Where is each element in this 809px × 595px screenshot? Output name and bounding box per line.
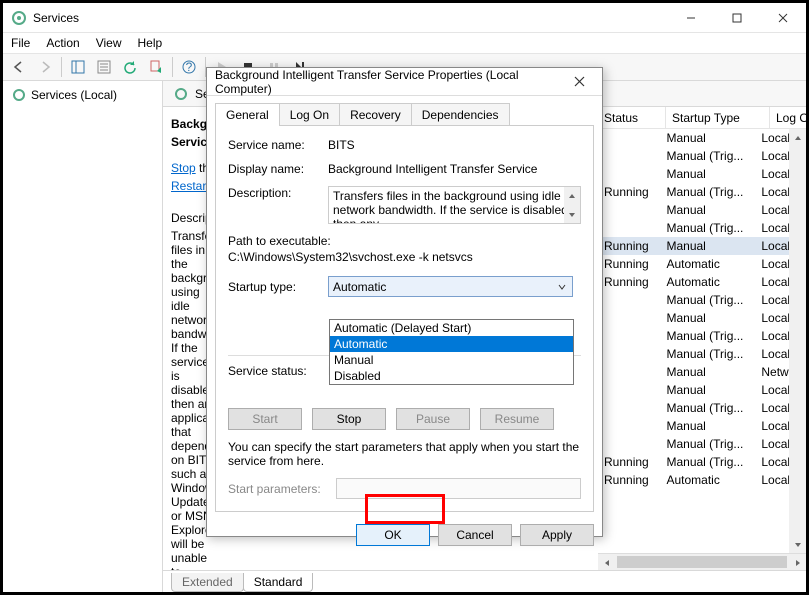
services-icon (11, 10, 27, 26)
show-hide-tree-button[interactable] (66, 55, 90, 79)
forward-button[interactable] (33, 55, 57, 79)
value-service-name: BITS (328, 138, 581, 152)
table-row[interactable]: RunningAutomaticLocal Service (598, 471, 789, 489)
tab-recovery[interactable]: Recovery (339, 103, 412, 126)
label-service-status: Service status: (228, 364, 328, 378)
tab-standard[interactable]: Standard (243, 573, 314, 592)
startup-type-dropdown: Automatic (Delayed Start) Automatic Manu… (329, 319, 574, 385)
chevron-down-icon (554, 279, 570, 295)
col-log[interactable]: Log On As (770, 107, 806, 128)
option-automatic[interactable]: Automatic (330, 336, 573, 352)
tab-logon[interactable]: Log On (279, 103, 340, 126)
desc-scroll-down-icon[interactable] (564, 206, 580, 223)
table-row[interactable]: Manual (Trig...Local System (598, 399, 789, 417)
label-start-params: Start parameters: (228, 482, 328, 496)
table-row[interactable]: Manual (Trig...Local System (598, 219, 789, 237)
table-row[interactable]: ManualLocal System (598, 417, 789, 435)
desc-scroll-up-icon[interactable] (564, 187, 580, 204)
window-title: Services (33, 11, 668, 25)
startup-type-combo[interactable]: Automatic (328, 276, 573, 297)
horizontal-scrollbar[interactable] (598, 553, 806, 570)
table-row[interactable]: RunningManualLocal System (598, 237, 789, 255)
table-row[interactable]: RunningManual (Trig...Local System (598, 453, 789, 471)
table-row[interactable]: ManualLocal System (598, 201, 789, 219)
back-button[interactable] (7, 55, 31, 79)
table-row[interactable]: Manual (Trig...Local Service (598, 435, 789, 453)
ok-button[interactable]: OK (356, 524, 430, 546)
pause-button: Pause (396, 408, 470, 430)
cancel-button[interactable]: Cancel (438, 524, 512, 546)
tree-pane: Services (Local) (3, 81, 163, 592)
start-params-input (336, 478, 581, 499)
table-row[interactable]: ManualNetwork S... (598, 363, 789, 381)
label-path: Path to executable: (228, 234, 581, 248)
tree-item-services-local[interactable]: Services (Local) (7, 85, 158, 105)
table-row[interactable]: ManualLocal System (598, 129, 789, 147)
titlebar: Services (3, 3, 806, 33)
table-row[interactable]: ManualLocal System (598, 309, 789, 327)
close-button[interactable] (760, 3, 806, 32)
menu-action[interactable]: Action (46, 36, 79, 50)
bottom-tabs: Extended Standard (163, 570, 806, 592)
scroll-right-icon[interactable] (789, 554, 806, 571)
table-row[interactable]: ManualLocal System (598, 381, 789, 399)
label-description: Description: (228, 186, 328, 200)
services-list: Status Startup Type Log On As ManualLoca… (598, 107, 806, 570)
value-display-name: Background Intelligent Transfer Service (328, 162, 581, 176)
table-row[interactable]: RunningAutomaticLocal System (598, 255, 789, 273)
table-row[interactable]: Manual (Trig...Local System (598, 345, 789, 363)
hint-text: You can specify the start parameters tha… (228, 440, 581, 468)
table-row[interactable]: Manual (Trig...Local System (598, 291, 789, 309)
apply-button[interactable]: Apply (520, 524, 594, 546)
vertical-scrollbar[interactable] (789, 129, 806, 553)
start-button: Start (228, 408, 302, 430)
dialog-close-button[interactable] (564, 68, 594, 95)
table-row[interactable]: RunningManual (Trig...Local Service (598, 183, 789, 201)
resume-button: Resume (480, 408, 554, 430)
dialog-title: Background Intelligent Transfer Service … (215, 68, 564, 96)
scroll-down-icon[interactable] (789, 536, 806, 553)
stop-link[interactable]: Stop (171, 161, 196, 175)
refresh-button[interactable] (118, 55, 142, 79)
label-startup-type: Startup type: (228, 280, 328, 294)
tab-dependencies[interactable]: Dependencies (411, 103, 510, 126)
value-path: C:\Windows\System32\svchost.exe -k netsv… (228, 250, 581, 264)
table-row[interactable]: ManualLocal System (598, 165, 789, 183)
description-box: Transfers files in the background using … (328, 186, 581, 224)
minimize-button[interactable] (668, 3, 714, 32)
tree-item-label: Services (Local) (31, 88, 117, 102)
tab-extended[interactable]: Extended (171, 573, 244, 592)
export-button[interactable] (144, 55, 168, 79)
properties-dialog: Background Intelligent Transfer Service … (206, 67, 603, 537)
label-service-name: Service name: (228, 138, 328, 152)
menu-file[interactable]: File (11, 36, 30, 50)
tab-general[interactable]: General (215, 103, 280, 126)
table-row[interactable]: Manual (Trig...Local Service (598, 147, 789, 165)
maximize-button[interactable] (714, 3, 760, 32)
table-row[interactable]: RunningAutomaticLocal System (598, 273, 789, 291)
col-status[interactable]: Status (598, 107, 666, 128)
option-disabled[interactable]: Disabled (330, 368, 573, 384)
label-display-name: Display name: (228, 162, 328, 176)
menu-view[interactable]: View (96, 36, 122, 50)
option-manual[interactable]: Manual (330, 352, 573, 368)
restart-link[interactable]: Restart (171, 179, 210, 193)
properties-button[interactable] (92, 55, 116, 79)
stop-button[interactable]: Stop (312, 408, 386, 430)
scroll-up-icon[interactable] (789, 129, 806, 146)
table-row[interactable]: Manual (Trig...Local Service (598, 327, 789, 345)
menu-help[interactable]: Help (138, 36, 163, 50)
menubar: File Action View Help (3, 33, 806, 53)
svg-text:?: ? (186, 60, 193, 74)
help-button[interactable]: ? (177, 55, 201, 79)
option-auto-delayed[interactable]: Automatic (Delayed Start) (330, 320, 573, 336)
list-header: Status Startup Type Log On As (598, 107, 806, 129)
col-startup[interactable]: Startup Type (666, 107, 770, 128)
